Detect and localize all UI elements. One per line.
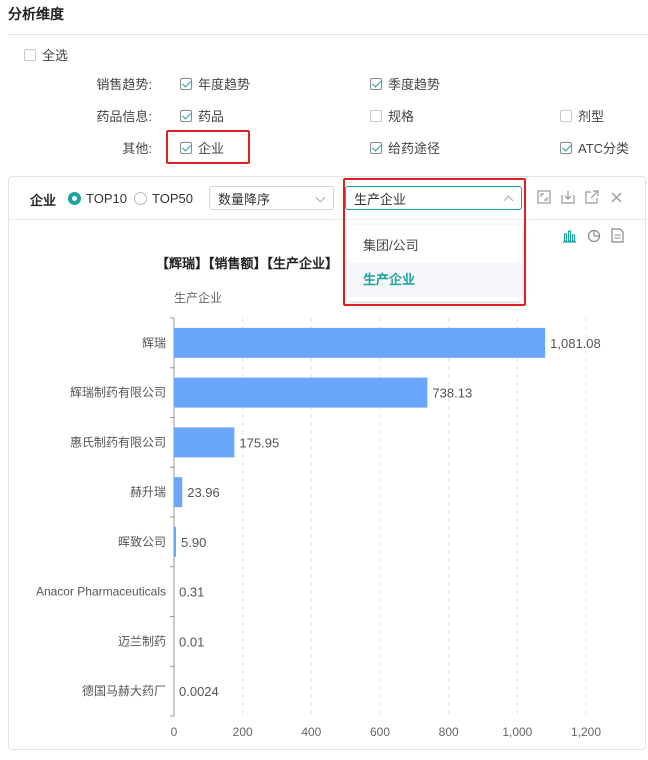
x-tick-label: 400 xyxy=(301,725,321,739)
y-category-label: 辉瑞 xyxy=(142,336,166,350)
highlight-level-select xyxy=(343,178,526,306)
y-category-label: 惠氏制药有限公司 xyxy=(70,435,166,449)
y-category-label: 晖致公司 xyxy=(118,535,166,549)
bar-value-label: 1,081.08 xyxy=(550,336,601,351)
x-tick-label: 600 xyxy=(370,725,390,739)
y-category-label: 迈兰制药 xyxy=(118,634,166,648)
y-category-label: 德国马赫大药厂 xyxy=(82,683,166,698)
y-category-label: 赫升瑞 xyxy=(130,485,166,499)
y-category-label: 辉瑞制药有限公司 xyxy=(70,386,166,400)
bar-value-label: 0.01 xyxy=(179,634,204,649)
bar xyxy=(174,526,177,557)
x-tick-label: 1,200 xyxy=(571,725,601,739)
bar-value-label: 0.31 xyxy=(179,585,204,600)
x-tick-label: 1,000 xyxy=(502,725,532,739)
x-tick-label: 800 xyxy=(439,725,459,739)
bar-value-label: 0.0024 xyxy=(179,684,219,699)
bar-value-label: 175.95 xyxy=(239,435,279,450)
bar-value-label: 23.96 xyxy=(187,485,220,500)
x-tick-label: 0 xyxy=(171,725,178,739)
bar-value-label: 738.13 xyxy=(432,386,472,401)
y-category-label: Anacor Pharmaceuticals xyxy=(36,585,166,599)
bar-chart: 0 200 400 600 800 1,000 1,200 辉瑞 1,081.08 辉瑞制药有限公… xyxy=(36,317,601,739)
bar xyxy=(174,377,428,408)
bar xyxy=(174,427,235,458)
x-tick-label: 200 xyxy=(233,725,253,739)
bar xyxy=(174,327,546,358)
bar-value-label: 5.90 xyxy=(181,535,206,550)
bar xyxy=(174,477,183,508)
